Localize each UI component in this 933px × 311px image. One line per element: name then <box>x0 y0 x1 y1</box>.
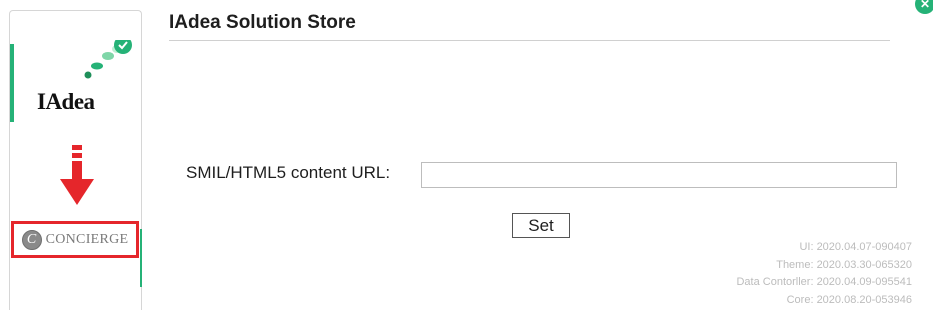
iadea-app-tile[interactable]: IAdea <box>10 40 141 122</box>
sidebar-accent-bar <box>140 229 142 287</box>
app-sidebar: IAdea C CONCIERGE <box>9 10 142 310</box>
version-data-controller: Data Contorller: 2020.04.09-095541 <box>736 276 912 288</box>
version-info: UI: 2020.04.07-090407 Theme: 2020.03.30-… <box>736 239 912 309</box>
content-url-input[interactable] <box>421 162 897 188</box>
iadea-logo-text: IAdea <box>37 89 95 114</box>
version-theme: Theme: 2020.03.30-065320 <box>776 258 912 271</box>
set-button[interactable]: Set <box>512 213 570 238</box>
concierge-logo-icon: C <box>21 229 42 250</box>
version-core: Core: 2020.08.20-053946 <box>786 293 912 306</box>
version-ui: UI: 2020.04.07-090407 <box>799 241 912 253</box>
page-title: IAdea Solution Store <box>169 12 356 33</box>
title-divider <box>169 40 890 41</box>
concierge-logo-text: CONCIERGE <box>45 231 129 247</box>
iadea-logo-dots-icon <box>84 40 132 79</box>
concierge-app-tile[interactable]: C CONCIERGE <box>11 221 139 258</box>
close-button[interactable]: ✕ <box>915 0 933 14</box>
arrow-down-icon <box>60 145 94 205</box>
url-label: SMIL/HTML5 content URL: <box>186 163 391 182</box>
close-icon: ✕ <box>919 0 931 11</box>
